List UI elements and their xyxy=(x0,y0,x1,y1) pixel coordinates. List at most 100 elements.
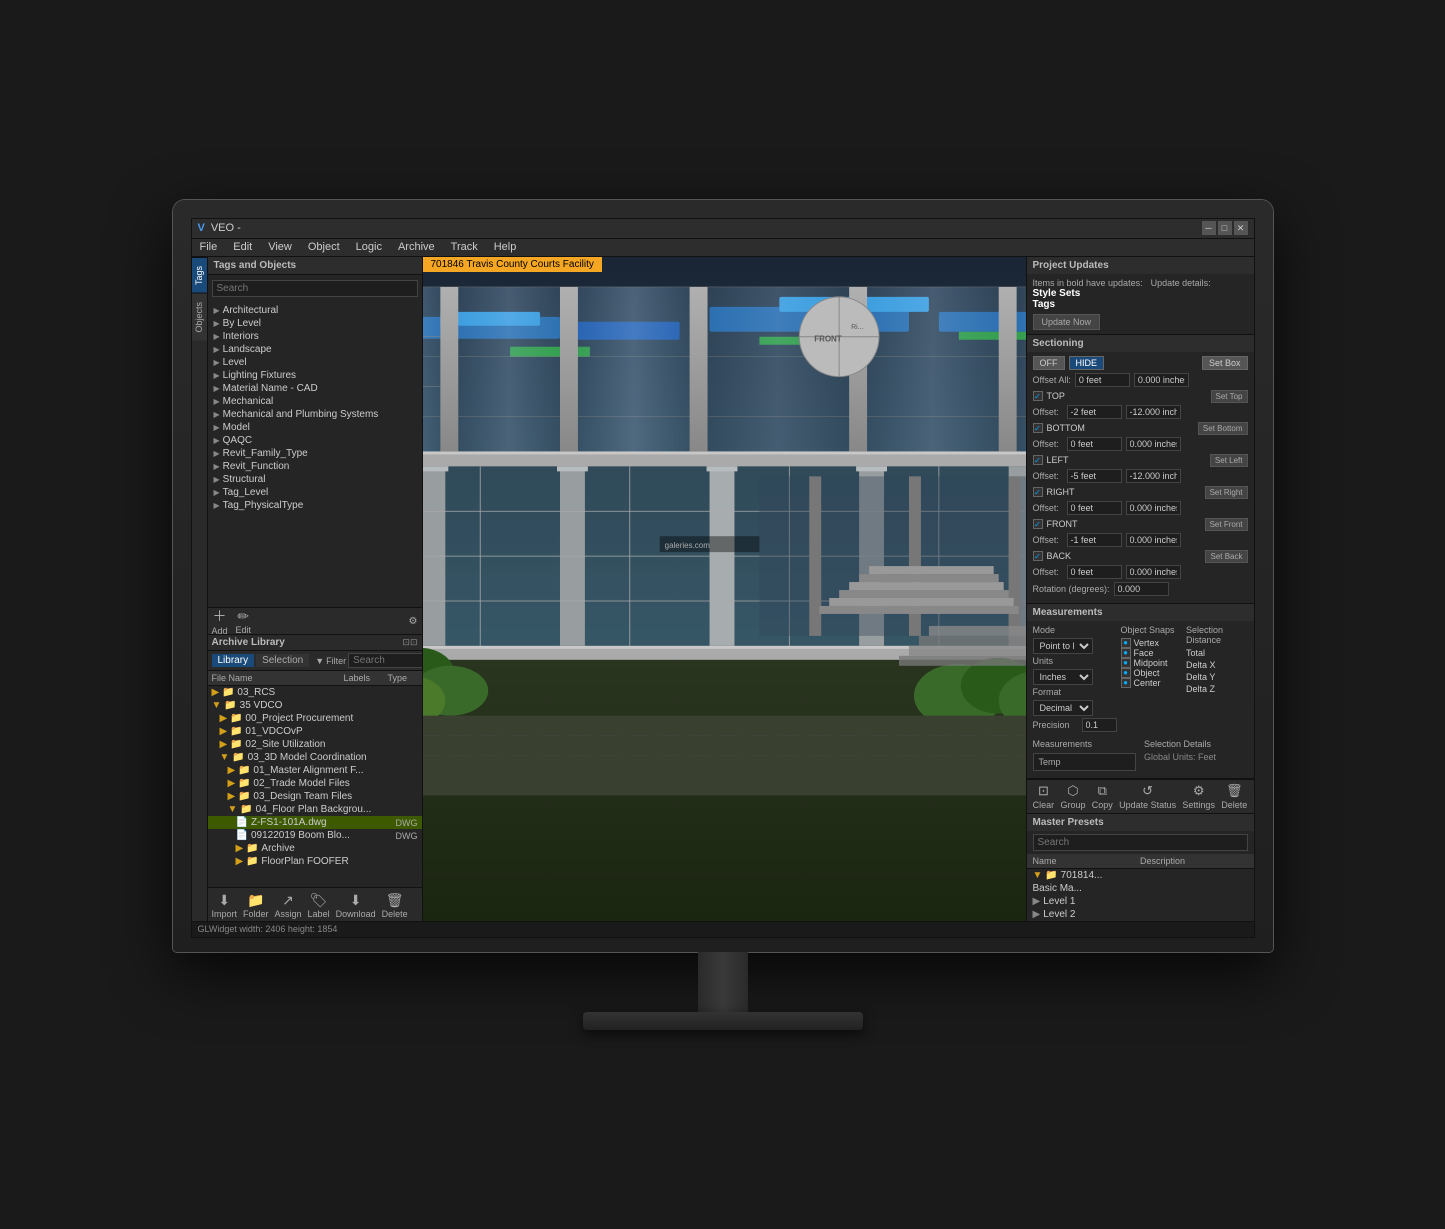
menu-file[interactable]: File xyxy=(196,241,222,253)
tree-item-structural[interactable]: ▶ Structural xyxy=(212,473,418,486)
tree-item-landscape[interactable]: ▶ Landscape xyxy=(212,343,418,356)
temp-input[interactable]: Temp xyxy=(1033,753,1137,771)
file-item-09122019[interactable]: 📄 09122019 Boom Blo... DWG xyxy=(208,829,422,842)
minimize-button[interactable]: ─ xyxy=(1202,221,1216,235)
archive-tab-selection[interactable]: Selection xyxy=(256,654,309,667)
import-button[interactable]: ⬇ Import xyxy=(212,892,238,919)
assign-button[interactable]: ↗ Assign xyxy=(275,892,302,919)
label-button[interactable]: 🏷 Label xyxy=(308,892,330,919)
file-item-04floor[interactable]: ▼ 📁 04_Floor Plan Backgrou... xyxy=(208,803,422,816)
menu-track[interactable]: Track xyxy=(447,241,482,253)
menu-archive[interactable]: Archive xyxy=(394,241,439,253)
set-top-button[interactable]: Set Top xyxy=(1211,390,1248,403)
file-item-03design[interactable]: ▶ 📁 03_Design Team Files xyxy=(208,790,422,803)
archive-tab-library[interactable]: Library xyxy=(212,654,255,667)
top-offset-inches-input[interactable] xyxy=(1126,405,1181,419)
update-now-button[interactable]: Update Now xyxy=(1033,314,1101,330)
menu-logic[interactable]: Logic xyxy=(352,241,386,253)
midpoint-checkbox[interactable]: ● xyxy=(1121,658,1131,668)
bottom-offset-feet-input[interactable] xyxy=(1067,437,1122,451)
set-left-button[interactable]: Set Left xyxy=(1210,454,1248,467)
folder-button[interactable]: 📁 Folder xyxy=(243,892,269,919)
menu-help[interactable]: Help xyxy=(490,241,521,253)
settings-icon[interactable]: ⚙ xyxy=(409,616,418,627)
vertex-checkbox[interactable]: ● xyxy=(1121,638,1131,648)
face-checkbox[interactable]: ● xyxy=(1121,648,1131,658)
units-select[interactable]: Inches xyxy=(1033,669,1093,685)
front-offset-inches-input[interactable] xyxy=(1126,533,1181,547)
file-item-zfs1[interactable]: 📄 Z-FS1-101A.dwg DWG xyxy=(208,816,422,829)
update-status-button[interactable]: ↺ Update Status xyxy=(1119,783,1176,810)
presets-search-input[interactable] xyxy=(1033,834,1248,851)
bottom-offset-inches-input[interactable] xyxy=(1126,437,1181,451)
preset-item-basicma[interactable]: Basic Ma... xyxy=(1027,882,1254,895)
tree-item-mech-plumbing[interactable]: ▶ Mechanical and Plumbing Systems xyxy=(212,408,418,421)
tree-item-architectural[interactable]: ▶ Architectural xyxy=(212,304,418,317)
bottom-checkbox[interactable]: ✓ xyxy=(1033,423,1043,433)
file-item-02trade[interactable]: ▶ 📁 02_Trade Model Files xyxy=(208,777,422,790)
viewport-tab[interactable]: 701846 Travis County Courts Facility xyxy=(423,257,602,272)
set-box-button[interactable]: Set Box xyxy=(1202,356,1248,370)
settings-button[interactable]: ⚙ Settings xyxy=(1182,783,1215,810)
right-offset-feet-input[interactable] xyxy=(1067,501,1122,515)
left-offset-inches-input[interactable] xyxy=(1126,469,1181,483)
left-offset-feet-input[interactable] xyxy=(1067,469,1122,483)
center-checkbox[interactable]: ● xyxy=(1121,678,1131,688)
rotation-input[interactable] xyxy=(1114,582,1169,596)
format-select[interactable]: Decimal xyxy=(1033,700,1093,716)
back-offset-inches-input[interactable] xyxy=(1126,565,1181,579)
tree-item-qaqc[interactable]: ▶ QAQC xyxy=(212,434,418,447)
delete-button[interactable]: 🗑 Delete xyxy=(382,892,408,919)
top-offset-feet-input[interactable] xyxy=(1067,405,1122,419)
filter-icon[interactable]: ▼ xyxy=(315,656,324,666)
add-button[interactable]: ＋ Add xyxy=(212,606,228,636)
menu-view[interactable]: View xyxy=(264,241,296,253)
tree-item-tag-physicaltype[interactable]: ▶ Tag_PhysicalType xyxy=(212,499,418,512)
tab-tags[interactable]: Tags xyxy=(192,257,207,293)
file-item-archive-sub[interactable]: ▶ 📁 Archive xyxy=(208,842,422,855)
mode-select[interactable]: Point to Point xyxy=(1033,638,1093,654)
tree-item-mechanical[interactable]: ▶ Mechanical xyxy=(212,395,418,408)
menu-edit[interactable]: Edit xyxy=(229,241,256,253)
set-back-button[interactable]: Set Back xyxy=(1205,550,1247,563)
file-item-03rcs[interactable]: ▶ 📁 03_RCS xyxy=(208,686,422,699)
3d-scene[interactable]: FRONT Ri... xyxy=(423,257,1026,937)
set-bottom-button[interactable]: Set Bottom xyxy=(1198,422,1248,435)
set-front-button[interactable]: Set Front xyxy=(1205,518,1248,531)
sectioning-off-button[interactable]: OFF xyxy=(1033,356,1065,370)
group-button[interactable]: ⬡ Group xyxy=(1060,783,1085,810)
precision-input[interactable] xyxy=(1082,718,1117,732)
file-item-03d[interactable]: ▼ 📁 03_3D Model Coordination xyxy=(208,751,422,764)
front-offset-feet-input[interactable] xyxy=(1067,533,1122,547)
left-checkbox[interactable]: ✓ xyxy=(1033,455,1043,465)
offset-all-inches-input[interactable] xyxy=(1134,373,1189,387)
delete-right-button[interactable]: 🗑 Delete xyxy=(1221,783,1247,810)
file-item-00procurement[interactable]: ▶ 📁 00_Project Procurement xyxy=(208,712,422,725)
tree-item-revit-family[interactable]: ▶ Revit_Family_Type xyxy=(212,447,418,460)
tab-objects[interactable]: Objects xyxy=(192,293,207,341)
file-item-35vdco[interactable]: ▼ 📁 35 VDCO xyxy=(208,699,422,712)
file-item-floorplan[interactable]: ▶ 📁 FloorPlan FOOFER xyxy=(208,855,422,868)
tags-search-input[interactable] xyxy=(212,280,418,297)
right-offset-inches-input[interactable] xyxy=(1126,501,1181,515)
tree-item-tag-level[interactable]: ▶ Tag_Level xyxy=(212,486,418,499)
maximize-button[interactable]: □ xyxy=(1218,221,1232,235)
close-button[interactable]: ✕ xyxy=(1234,221,1248,235)
tree-item-material-cad[interactable]: ▶ Material Name - CAD xyxy=(212,382,418,395)
preset-item-701814[interactable]: ▼ 📁 701814... xyxy=(1027,869,1254,882)
tree-item-interiors[interactable]: ▶ Interiors xyxy=(212,330,418,343)
copy-button[interactable]: ⧉ Copy xyxy=(1092,783,1113,810)
tree-item-revit-function[interactable]: ▶ Revit_Function xyxy=(212,460,418,473)
edit-button[interactable]: ✏ Edit xyxy=(236,608,252,635)
front-checkbox[interactable]: ✓ xyxy=(1033,519,1043,529)
offset-all-feet-input[interactable] xyxy=(1075,373,1130,387)
back-checkbox[interactable]: ✓ xyxy=(1033,551,1043,561)
tree-item-bylevel[interactable]: ▶ By Level xyxy=(212,317,418,330)
download-button[interactable]: ⬇ Download xyxy=(336,892,376,919)
tree-item-lighting[interactable]: ▶ Lighting Fixtures xyxy=(212,369,418,382)
menu-object[interactable]: Object xyxy=(304,241,344,253)
back-offset-feet-input[interactable] xyxy=(1067,565,1122,579)
tree-item-model[interactable]: ▶ Model xyxy=(212,421,418,434)
file-item-01master[interactable]: ▶ 📁 01_Master Alignment F... xyxy=(208,764,422,777)
clear-button[interactable]: ⊡ Clear xyxy=(1033,783,1055,810)
